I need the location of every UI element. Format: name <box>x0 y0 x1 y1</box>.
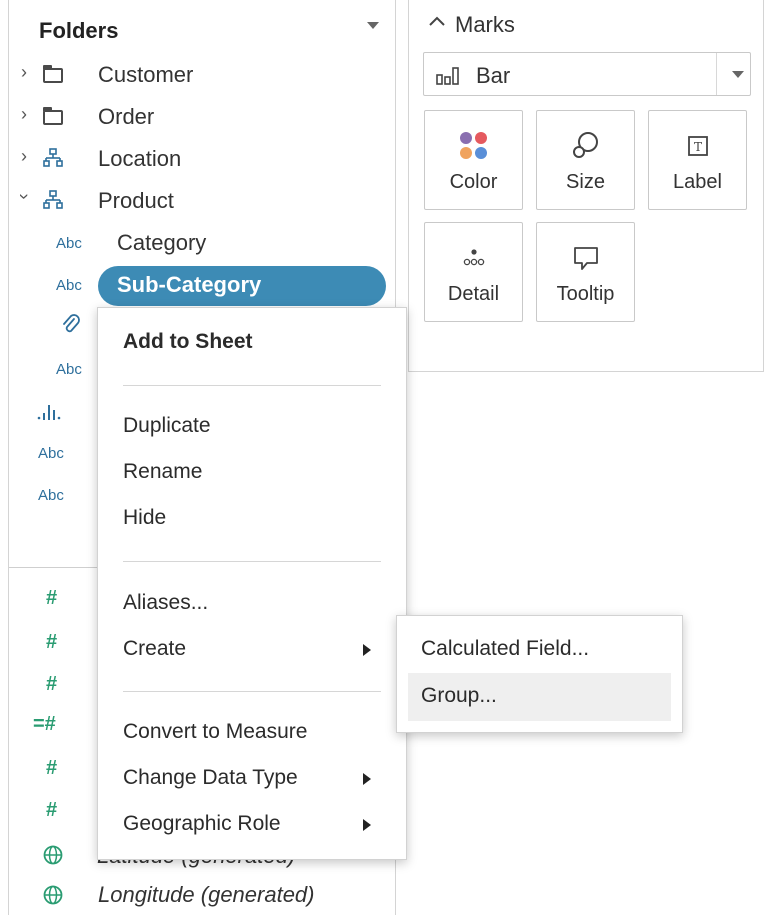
field-sub-category[interactable]: Abc Sub-Category <box>9 270 389 300</box>
bar-icon <box>436 67 459 85</box>
detail-button[interactable]: Detail <box>424 222 523 322</box>
size-label: Size <box>566 171 605 193</box>
menu-item-create[interactable]: Create <box>123 637 186 661</box>
menu-separator <box>123 385 381 386</box>
hierarchy-location[interactable]: › Location <box>9 144 389 174</box>
hierarchy-product[interactable]: › Product <box>9 186 389 216</box>
folder-customer[interactable]: › Customer <box>9 60 389 90</box>
submenu-arrow-icon <box>363 773 371 785</box>
detail-label: Detail <box>447 283 500 305</box>
label-button[interactable]: T Label <box>648 110 747 210</box>
folder-label: Product <box>98 188 174 213</box>
create-submenu: Calculated Field... Group... <box>396 615 683 733</box>
string-type-icon: Abc <box>38 487 64 504</box>
mark-type-dropdown[interactable]: Bar <box>423 52 751 96</box>
field-label: Sub-Category <box>117 272 262 297</box>
field-category[interactable]: Abc Category <box>9 228 389 258</box>
context-menu: Add to Sheet Duplicate Rename Hide Alias… <box>97 307 407 860</box>
paperclip-icon <box>63 314 80 333</box>
field-label: Category <box>117 230 207 255</box>
number-type-icon: # <box>46 587 58 609</box>
number-type-icon: # <box>46 799 58 821</box>
folder-label: Location <box>98 146 182 171</box>
number-type-icon: # <box>46 631 58 653</box>
string-type-icon: Abc <box>56 235 82 252</box>
folder-label: Order <box>98 104 155 129</box>
chevron-right-icon[interactable]: › <box>17 104 31 125</box>
calculated-number-icon: =# <box>33 713 56 735</box>
detail-icon <box>463 249 485 266</box>
menu-item-geographic-role[interactable]: Geographic Role <box>123 812 281 836</box>
hierarchy-icon <box>43 190 63 209</box>
field-longitude[interactable]: Longitude (generated) <box>9 880 389 910</box>
size-icon <box>573 132 598 158</box>
bin-icon <box>37 405 61 420</box>
globe-icon <box>43 845 63 865</box>
globe-icon <box>43 885 63 905</box>
menu-item-add-to-sheet[interactable]: Add to Sheet <box>123 330 253 354</box>
folder-icon <box>43 107 63 125</box>
label-icon: T <box>688 136 708 156</box>
menu-item-aliases[interactable]: Aliases... <box>123 591 208 615</box>
string-type-icon: Abc <box>56 277 82 294</box>
color-icon <box>460 132 487 159</box>
chevron-down-icon[interactable]: › <box>14 190 35 204</box>
menu-item-rename[interactable]: Rename <box>123 460 202 484</box>
tooltip-label: Tooltip <box>556 283 615 305</box>
submenu-arrow-icon <box>363 644 371 656</box>
menu-item-change-data-type[interactable]: Change Data Type <box>123 766 298 790</box>
menu-item-group[interactable]: Group... <box>421 684 497 708</box>
field-label: Longitude (generated) <box>98 882 315 907</box>
chevron-right-icon[interactable]: › <box>17 62 31 83</box>
tooltip-button[interactable]: Tooltip <box>536 222 635 322</box>
number-type-icon: # <box>46 757 58 779</box>
mark-type-label: Bar <box>476 63 511 88</box>
dropdown-separator <box>716 53 717 95</box>
string-type-icon: Abc <box>38 445 64 462</box>
menu-separator <box>123 691 381 692</box>
chevron-down-icon[interactable] <box>732 71 744 78</box>
chevron-right-icon[interactable]: › <box>17 146 31 167</box>
collapse-caret-icon[interactable] <box>427 14 447 28</box>
menu-item-duplicate[interactable]: Duplicate <box>123 414 211 438</box>
marks-title: Marks <box>455 12 515 37</box>
hierarchy-icon <box>43 148 63 167</box>
menu-separator <box>123 561 381 562</box>
menu-item-calculated-field[interactable]: Calculated Field... <box>421 637 589 661</box>
folders-header: Folders <box>39 18 119 43</box>
string-type-icon: Abc <box>56 361 82 378</box>
folder-order[interactable]: › Order <box>9 102 389 132</box>
menu-item-convert-to-measure[interactable]: Convert to Measure <box>123 720 307 744</box>
folder-icon <box>43 65 63 83</box>
folders-menu-caret-icon[interactable] <box>367 22 379 29</box>
color-button[interactable]: Color <box>424 110 523 210</box>
svg-text:T: T <box>694 140 702 154</box>
menu-item-hide[interactable]: Hide <box>123 506 166 530</box>
size-button[interactable]: Size <box>536 110 635 210</box>
number-type-icon: # <box>46 673 58 695</box>
submenu-arrow-icon <box>363 819 371 831</box>
marks-card: Marks Bar Color Size T Label Detail Tool… <box>408 0 764 372</box>
tooltip-icon <box>574 247 598 270</box>
folder-label: Customer <box>98 62 194 87</box>
color-label: Color <box>449 171 498 193</box>
label-label: Label <box>673 171 722 193</box>
